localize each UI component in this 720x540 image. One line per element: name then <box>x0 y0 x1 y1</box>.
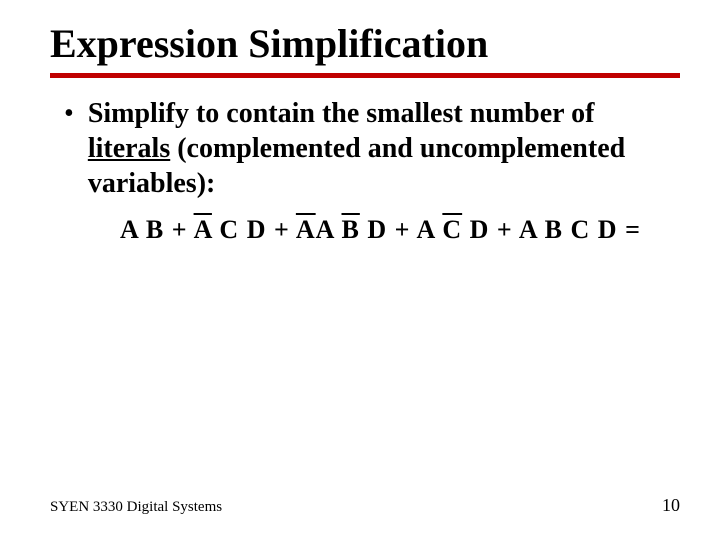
term4-post: D <box>462 215 489 244</box>
term5: A B C D <box>519 215 618 244</box>
c-bar: C <box>442 215 462 244</box>
title-underline <box>50 73 680 78</box>
b-bar: B <box>342 215 360 244</box>
term2-rest: C D <box>212 215 267 244</box>
footer-page-number: 10 <box>662 495 680 516</box>
a-bar-2: A <box>296 215 316 244</box>
footer-course: SYEN 3330 Digital Systems <box>50 499 222 516</box>
slide-title: Expression Simplification <box>50 20 680 67</box>
term4-pre: A <box>417 215 443 244</box>
plus2: + <box>266 215 295 244</box>
plus1: + <box>164 215 193 244</box>
bullet-literals: literals <box>88 133 170 164</box>
plus4: + <box>489 215 518 244</box>
term3-post: D <box>360 215 387 244</box>
a-bar-1: A <box>194 215 212 244</box>
boolean-expression: A B + A C D + AA B D + A C D + A B C D = <box>120 215 680 245</box>
bullet-item: • Simplify to contain the smallest numbe… <box>64 96 680 201</box>
term3-pre: A <box>316 215 342 244</box>
bullet-text: Simplify to contain the smallest number … <box>88 96 648 201</box>
term1: A B <box>120 215 164 244</box>
equals: = <box>618 215 641 244</box>
bullet-marker: • <box>64 98 74 130</box>
bullet-pre: Simplify to contain the smallest number … <box>88 98 595 129</box>
plus3: + <box>387 215 416 244</box>
